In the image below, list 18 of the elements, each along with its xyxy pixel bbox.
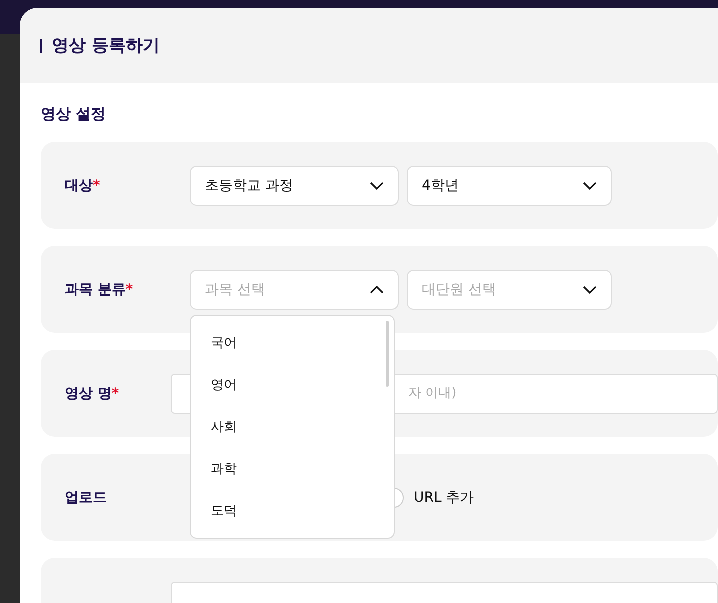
dropdown-option[interactable]: 도덕 — [191, 490, 394, 532]
field-label: 과목 분류* — [65, 280, 134, 298]
dropdown-option[interactable]: 과학 — [191, 448, 394, 490]
title-bar-mark — [40, 38, 42, 52]
field-label: 대상* — [65, 176, 102, 194]
chevron-up-icon — [370, 286, 384, 294]
select-dropdown[interactable]: 4학년 — [407, 166, 612, 206]
chevron-down-icon — [583, 182, 597, 190]
section-title: 영상 설정 — [41, 105, 108, 125]
field-label: 업로드 — [65, 488, 108, 506]
scrollbar-thumb[interactable] — [386, 320, 389, 386]
dropdown-option[interactable]: 국어 — [191, 322, 394, 364]
field-label: 영상 명* — [65, 384, 120, 402]
select-dropdown[interactable]: 초등학교 과정 — [190, 166, 399, 206]
chevron-down-icon — [370, 182, 384, 190]
modal-title: 영상 등록하기 — [52, 35, 160, 57]
radio-label: URL 추가 — [414, 488, 474, 506]
chevron-down-icon — [583, 286, 597, 294]
